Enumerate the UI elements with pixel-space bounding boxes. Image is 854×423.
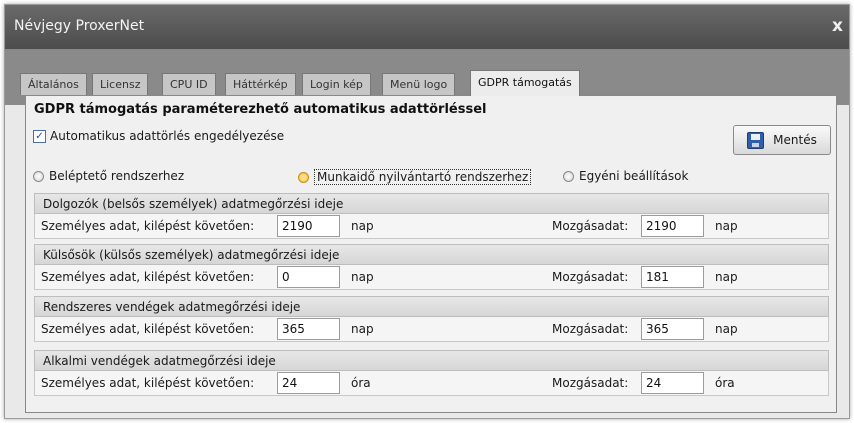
retention-section-externals: Külsősök (külsős személyek) adatmegőrzés… bbox=[34, 244, 829, 290]
section-header: Alkalmi vendégek adatmegőrzési ideje bbox=[34, 350, 829, 371]
personal-data-label: Személyes adat, kilépést követően: bbox=[41, 270, 255, 284]
save-button[interactable]: Mentés bbox=[733, 125, 831, 155]
radio-icon bbox=[563, 170, 574, 182]
retention-row: Személyes adat, kilépést követően: nap M… bbox=[34, 317, 829, 342]
radio-label: Egyéni beállítások bbox=[579, 169, 689, 183]
tab-cpu-id[interactable]: CPU ID bbox=[162, 73, 216, 95]
floppy-disk-icon bbox=[747, 131, 765, 149]
movement-data-input[interactable] bbox=[641, 372, 704, 394]
personal-data-unit: óra bbox=[351, 376, 371, 390]
movement-data-unit: óra bbox=[715, 376, 735, 390]
panel-heading: GDPR támogatás paraméterezhető automatik… bbox=[34, 102, 487, 117]
personal-data-label: Személyes adat, kilépést követően: bbox=[41, 322, 255, 336]
personal-data-unit: nap bbox=[351, 219, 374, 233]
movement-data-unit: nap bbox=[715, 270, 738, 284]
retention-row: Személyes adat, kilépést követően: nap M… bbox=[34, 265, 829, 290]
radio-custom-settings[interactable]: Egyéni beállítások bbox=[563, 169, 688, 183]
movement-data-input[interactable] bbox=[641, 215, 704, 237]
about-window: Névjegy ProxerNet x Általános Licensz CP… bbox=[4, 4, 850, 419]
section-header: Rendszeres vendégek adatmegőrzési ideje bbox=[34, 296, 829, 317]
movement-data-input[interactable] bbox=[641, 318, 704, 340]
tab-licensz[interactable]: Licensz bbox=[92, 73, 149, 95]
movement-data-label: Mozgásadat: bbox=[552, 322, 629, 336]
radio-icon bbox=[33, 170, 44, 182]
tab-gdpr[interactable]: GDPR támogatás bbox=[470, 70, 580, 96]
tab-altalanos[interactable]: Általános bbox=[20, 73, 87, 95]
auto-delete-checkbox[interactable]: ✓ Automatikus adattörlés engedélyezése bbox=[33, 129, 284, 143]
tab-hatterkep[interactable]: Háttérkép bbox=[225, 73, 296, 95]
tab-login-kep[interactable]: Login kép bbox=[302, 73, 371, 95]
radio-access-control[interactable]: Beléptető rendszerhez bbox=[33, 169, 184, 183]
retention-section-occasional-guests: Alkalmi vendégek adatmegőrzési ideje Sze… bbox=[34, 350, 829, 396]
personal-data-input[interactable] bbox=[277, 372, 340, 394]
retention-section-employees: Dolgozók (belsős személyek) adatmegőrzés… bbox=[34, 193, 829, 239]
personal-data-unit: nap bbox=[351, 270, 374, 284]
radio-label: Munkaidő nyilvántartó rendszerhez bbox=[314, 169, 532, 185]
retention-section-regular-guests: Rendszeres vendégek adatmegőrzési ideje … bbox=[34, 296, 829, 342]
save-button-label: Mentés bbox=[773, 133, 817, 147]
gdpr-panel: GDPR támogatás paraméterezhető automatik… bbox=[25, 95, 837, 413]
movement-data-input[interactable] bbox=[641, 266, 704, 288]
auto-delete-label: Automatikus adattörlés engedélyezése bbox=[50, 129, 285, 143]
retention-row: Személyes adat, kilépést követően: nap M… bbox=[34, 214, 829, 239]
section-header: Dolgozók (belsős személyek) adatmegőrzés… bbox=[34, 193, 829, 214]
window-title: Névjegy ProxerNet bbox=[14, 18, 145, 34]
movement-data-unit: nap bbox=[715, 322, 738, 336]
tab-menu-logo[interactable]: Menü logo bbox=[382, 73, 456, 95]
personal-data-input[interactable] bbox=[277, 266, 340, 288]
personal-data-label: Személyes adat, kilépést követően: bbox=[41, 376, 255, 390]
movement-data-label: Mozgásadat: bbox=[552, 270, 629, 284]
personal-data-label: Személyes adat, kilépést követően: bbox=[41, 219, 255, 233]
section-header: Külsősök (külsős személyek) adatmegőrzés… bbox=[34, 244, 829, 265]
movement-data-label: Mozgásadat: bbox=[552, 219, 629, 233]
personal-data-unit: nap bbox=[351, 322, 374, 336]
radio-time-attendance[interactable]: Munkaidő nyilvántartó rendszerhez bbox=[298, 169, 532, 185]
close-icon[interactable]: x bbox=[832, 16, 843, 36]
personal-data-input[interactable] bbox=[277, 215, 340, 237]
movement-data-unit: nap bbox=[715, 219, 738, 233]
radio-label: Beléptető rendszerhez bbox=[49, 169, 185, 183]
personal-data-input[interactable] bbox=[277, 318, 340, 340]
radio-selected-icon bbox=[298, 171, 309, 183]
retention-row: Személyes adat, kilépést követően: óra M… bbox=[34, 371, 829, 396]
movement-data-label: Mozgásadat: bbox=[552, 376, 629, 390]
checkbox-check-icon: ✓ bbox=[33, 129, 46, 143]
title-bar: Névjegy ProxerNet x bbox=[5, 5, 849, 49]
